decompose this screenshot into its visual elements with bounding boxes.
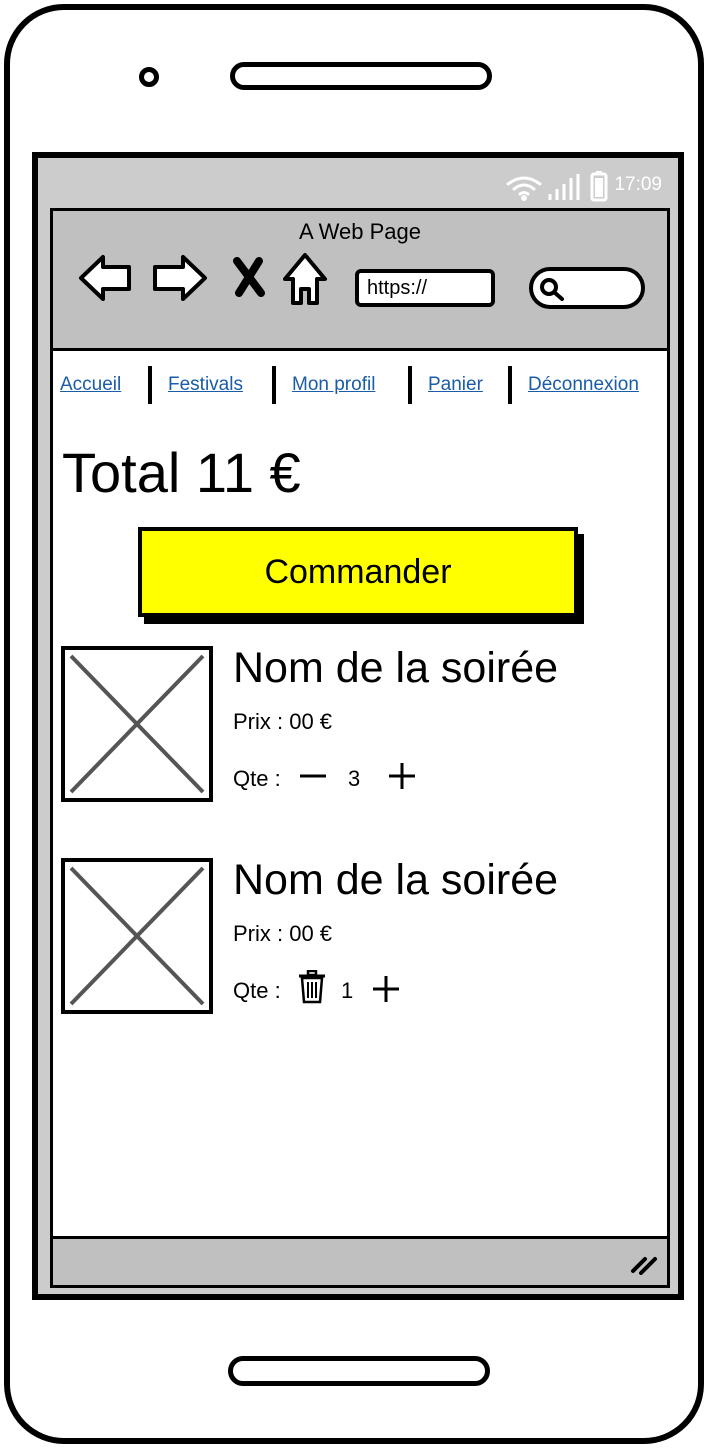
item-quantity: 1 xyxy=(341,978,354,1003)
back-arrow-icon[interactable] xyxy=(77,251,133,305)
trash-icon[interactable] xyxy=(298,970,326,1004)
item-qte-label: Qte : xyxy=(233,978,281,1003)
resize-grip-icon[interactable] xyxy=(629,1253,659,1275)
plus-icon[interactable] xyxy=(372,975,400,1003)
item-image-placeholder xyxy=(61,646,213,802)
image-placeholder-icon xyxy=(69,654,205,794)
item-price: Prix : 00 € xyxy=(233,709,333,734)
battery-icon xyxy=(590,171,608,202)
item-quantity: 3 xyxy=(348,766,361,791)
url-field[interactable]: https:// xyxy=(355,269,495,307)
nav-separator xyxy=(508,366,512,404)
search-icon xyxy=(540,278,564,301)
cart-total: Total 11 € xyxy=(62,441,301,504)
item-qte-label: Qte : xyxy=(233,766,281,791)
image-placeholder-icon xyxy=(69,866,205,1006)
stop-icon[interactable] xyxy=(231,257,267,297)
nav-separator xyxy=(408,366,412,404)
wifi-icon xyxy=(506,176,542,201)
forward-arrow-icon[interactable] xyxy=(151,251,209,305)
plus-icon[interactable] xyxy=(388,762,416,790)
nav-link-deconnexion[interactable]: Déconnexion xyxy=(528,374,639,396)
item-price: Prix : 00 € xyxy=(233,921,333,946)
nav-separator xyxy=(272,366,276,404)
status-icons xyxy=(506,174,580,201)
nav-link-festivals[interactable]: Festivals xyxy=(168,374,243,396)
item-name: Nom de la soirée xyxy=(233,856,559,904)
item-name: Nom de la soirée xyxy=(233,644,559,692)
nav-link-mon-profil[interactable]: Mon profil xyxy=(292,374,375,396)
speaker-slot xyxy=(230,62,492,90)
nav-link-accueil[interactable]: Accueil xyxy=(60,374,121,396)
nav-separator xyxy=(148,366,152,404)
browser-status-bar xyxy=(53,1236,667,1285)
nav-link-panier[interactable]: Panier xyxy=(428,374,483,396)
search-field[interactable] xyxy=(529,267,645,309)
status-time: 17:09 xyxy=(614,174,662,195)
order-button[interactable]: Commander xyxy=(138,527,578,617)
home-button[interactable] xyxy=(228,1356,490,1386)
page-title: A Web Page xyxy=(299,219,421,244)
minus-icon[interactable] xyxy=(298,764,328,788)
signal-icon xyxy=(548,174,580,200)
status-bar: 17:09 xyxy=(44,164,670,208)
item-image-placeholder xyxy=(61,858,213,1014)
camera-icon xyxy=(139,67,159,87)
home-icon[interactable] xyxy=(281,251,329,309)
browser-toolbar: A Web Page https:// xyxy=(53,211,667,351)
